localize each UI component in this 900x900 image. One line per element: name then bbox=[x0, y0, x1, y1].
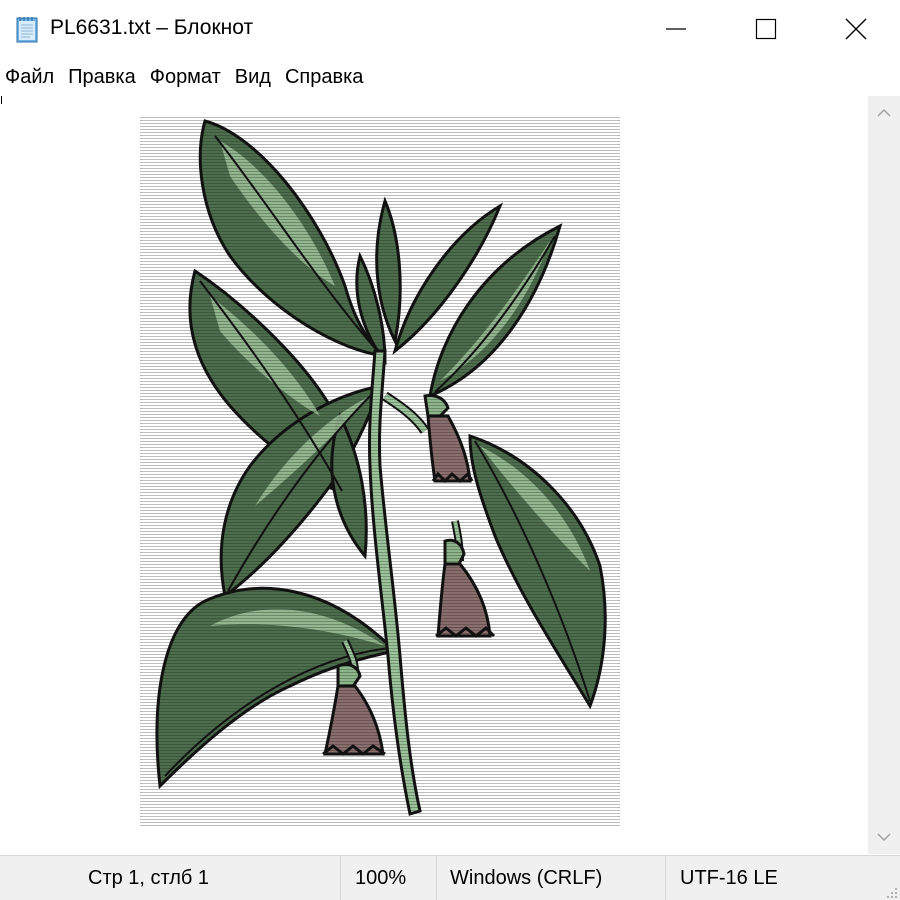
scroll-down-arrow-icon bbox=[877, 833, 891, 842]
status-bar: Стр 1, стлб 1 100% Windows (CRLF) UTF-16… bbox=[0, 855, 900, 900]
menu-edit[interactable]: Правка bbox=[61, 62, 143, 92]
notepad-window: PL6631.txt – Блокнот Файл Правка Формат … bbox=[0, 0, 900, 900]
maximize-button[interactable] bbox=[720, 0, 812, 58]
notepad-icon bbox=[16, 17, 38, 43]
status-zoom: 100% bbox=[355, 867, 407, 889]
status-divider bbox=[665, 856, 666, 900]
scroll-up-arrow-icon bbox=[877, 108, 891, 117]
status-cursor-position: Стр 1, стлб 1 bbox=[88, 867, 210, 889]
scroll-down-button[interactable] bbox=[868, 820, 900, 854]
vertical-scrollbar[interactable] bbox=[868, 96, 900, 854]
minimize-button[interactable] bbox=[630, 0, 722, 58]
menu-help[interactable]: Справка bbox=[278, 62, 370, 92]
status-divider bbox=[436, 856, 437, 900]
close-icon bbox=[845, 18, 867, 40]
maximize-icon bbox=[755, 18, 777, 40]
menu-bar: Файл Правка Формат Вид Справка bbox=[0, 62, 900, 92]
close-button[interactable] bbox=[810, 0, 900, 58]
scroll-up-button[interactable] bbox=[868, 96, 900, 130]
window-title: PL6631.txt – Блокнот bbox=[50, 16, 254, 39]
status-encoding: UTF-16 LE bbox=[680, 867, 778, 889]
status-line-ending: Windows (CRLF) bbox=[450, 867, 603, 889]
minimize-icon bbox=[666, 28, 686, 30]
resize-grip-icon[interactable] bbox=[884, 885, 898, 899]
status-divider bbox=[340, 856, 341, 900]
plant-ascii-art bbox=[140, 116, 620, 826]
menu-file[interactable]: Файл bbox=[0, 62, 61, 92]
text-editor[interactable] bbox=[0, 96, 868, 854]
menu-view[interactable]: Вид bbox=[228, 62, 278, 92]
title-bar[interactable]: PL6631.txt – Блокнот bbox=[0, 0, 900, 60]
menu-format[interactable]: Формат bbox=[143, 62, 228, 92]
